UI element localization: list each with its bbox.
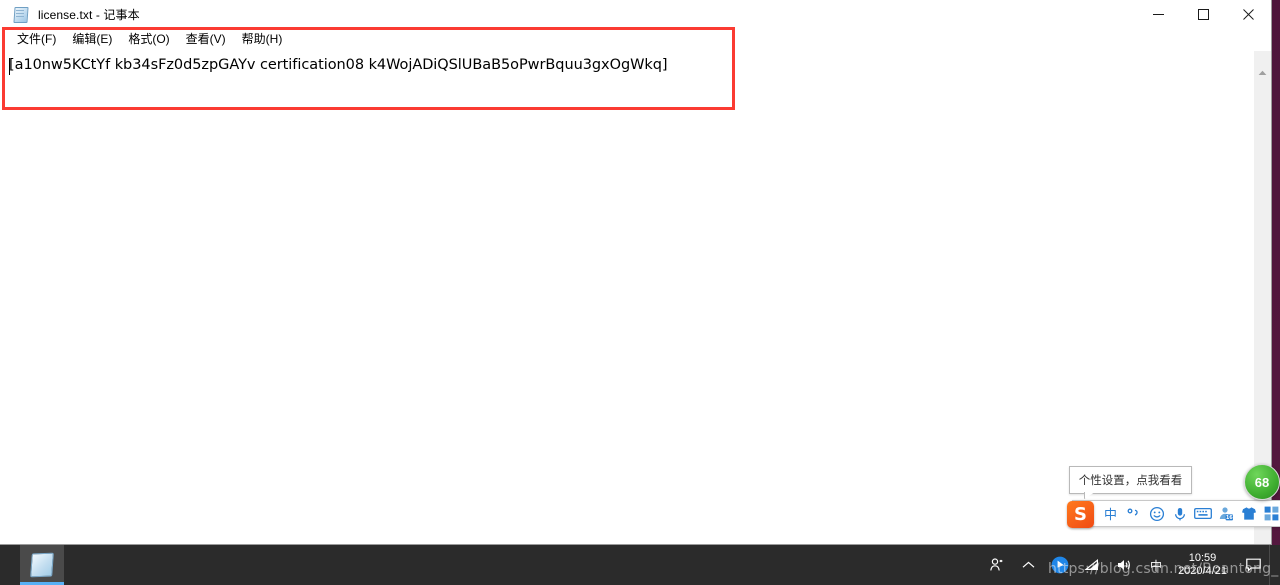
maximize-button[interactable] <box>1181 0 1226 28</box>
onedrive-icon[interactable] <box>1044 545 1076 585</box>
menu-bar: 文件(F) 编辑(E) 格式(O) 查看(V) 帮助(H) <box>0 29 1271 50</box>
taskbar: 中 10:59 2020/4/21 <box>0 545 1280 585</box>
menu-help[interactable]: 帮助(H) <box>234 30 291 49</box>
ime-softkeyboard-icon[interactable] <box>1192 503 1213 524</box>
title-bar[interactable]: license.txt - 记事本 <box>0 0 1271 29</box>
document-text[interactable]: [a10nw5KCtYf kb34sFz0d5zpGAYv certificat… <box>9 56 1253 75</box>
ime-punctuation-icon[interactable] <box>1123 503 1144 524</box>
ime-user-icon[interactable]: 16 <box>1215 503 1236 524</box>
network-icon[interactable] <box>1076 545 1108 585</box>
menu-edit[interactable]: 编辑(E) <box>64 30 120 49</box>
clock-time: 10:59 <box>1188 552 1217 564</box>
sogou-logo-icon[interactable]: S <box>1067 501 1094 528</box>
menu-view[interactable]: 查看(V) <box>178 30 234 49</box>
menu-format[interactable]: 格式(O) <box>120 30 177 49</box>
ime-tooltip[interactable]: 个性设置，点我看看 <box>1069 466 1192 499</box>
show-hidden-icons-icon[interactable] <box>1012 545 1044 585</box>
minimize-button[interactable] <box>1136 0 1181 28</box>
people-icon[interactable] <box>980 545 1012 585</box>
ime-voice-icon[interactable] <box>1169 503 1190 524</box>
action-center-icon[interactable] <box>1237 545 1269 585</box>
text-caret <box>9 58 10 75</box>
clock-date: 2020/4/21 <box>1178 565 1227 577</box>
tray-ime-indicator[interactable]: 中 <box>1140 545 1172 585</box>
taskbar-notepad[interactable] <box>20 545 64 585</box>
volume-icon[interactable] <box>1108 545 1140 585</box>
menu-file[interactable]: 文件(F) <box>9 30 64 49</box>
ime-toolbox-icon[interactable] <box>1261 503 1280 524</box>
clock[interactable]: 10:59 2020/4/21 <box>1172 545 1237 585</box>
notepad-window[interactable]: license.txt - 记事本 文件(F) 编辑(E) 格式(O) 查看(V… <box>0 0 1272 545</box>
floating-score-badge[interactable]: 68 <box>1244 464 1280 500</box>
ime-skin-icon[interactable] <box>1238 503 1259 524</box>
system-tray: 中 10:59 2020/4/21 <box>980 545 1280 585</box>
start-button[interactable] <box>0 545 20 585</box>
notepad-icon <box>13 6 29 23</box>
scroll-up-arrow-icon[interactable] <box>1254 64 1271 81</box>
close-button[interactable] <box>1226 0 1271 28</box>
ime-chinese-mode-icon[interactable]: 中 <box>1100 503 1121 524</box>
show-desktop-button[interactable] <box>1269 545 1278 585</box>
ime-emoji-icon[interactable] <box>1146 503 1167 524</box>
text-input[interactable]: [a10nw5KCtYf kb34sFz0d5zpGAYv certificat… <box>0 51 1253 544</box>
window-controls <box>1136 0 1271 28</box>
ime-user-badge-number: 16 <box>1225 515 1232 521</box>
notepad-icon <box>30 552 54 578</box>
sogou-ime-toolbar[interactable]: S 中 16 <box>1067 500 1280 528</box>
window-title: license.txt - 记事本 <box>38 7 140 22</box>
ime-tooltip-label: 个性设置，点我看看 <box>1078 475 1183 487</box>
